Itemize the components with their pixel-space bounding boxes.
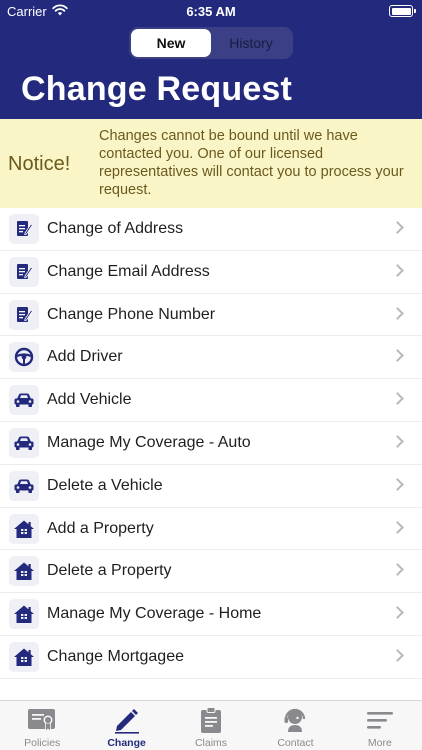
chevron-right-icon xyxy=(391,477,404,491)
list-item-add-vehicle[interactable]: Add Vehicle xyxy=(0,379,422,422)
list-item-add-driver[interactable]: Add Driver xyxy=(0,336,422,380)
list-item-label: Change Mortgagee xyxy=(47,647,184,665)
list-item-label: Manage My Coverage - Auto xyxy=(47,433,251,451)
change-request-list: Change of Address Change Email Address C… xyxy=(0,208,422,679)
edit-document-icon xyxy=(9,299,39,330)
policy-certificate-icon xyxy=(27,705,57,735)
list-item-delete-vehicle[interactable]: Delete a Vehicle xyxy=(0,465,422,508)
headset-icon xyxy=(280,705,310,735)
edit-document-icon xyxy=(9,214,39,244)
new-history-segmented-control: New History xyxy=(129,27,293,59)
clipboard-icon xyxy=(196,705,226,735)
pencil-icon xyxy=(112,705,142,735)
notice-text: Changes cannot be bound until we have co… xyxy=(99,128,404,198)
tab-label: Policies xyxy=(24,737,61,749)
tab-claims[interactable]: Claims xyxy=(169,701,253,750)
chevron-right-icon xyxy=(391,349,404,363)
chevron-right-icon xyxy=(391,392,404,406)
status-bar: Carrier 6:35 AM xyxy=(0,0,422,22)
segment-history[interactable]: History xyxy=(211,29,291,57)
list-item-label: Delete a Vehicle xyxy=(47,476,163,494)
list-item-change-mortgagee[interactable]: Change Mortgagee xyxy=(0,636,422,679)
list-item-label: Change Email Address xyxy=(47,262,210,280)
chevron-right-icon xyxy=(391,563,404,577)
header: Carrier 6:35 AM New History Change Reque… xyxy=(0,0,422,119)
chevron-right-icon xyxy=(391,435,404,448)
tab-label: Change xyxy=(107,737,146,749)
tab-label: More xyxy=(367,737,392,749)
list-item-manage-coverage-home[interactable]: Manage My Coverage - Home xyxy=(0,593,422,636)
chevron-right-icon xyxy=(391,263,404,277)
list-item-add-property[interactable]: Add a Property xyxy=(0,508,422,551)
tab-bar: Policies Change Claims Contact More xyxy=(0,700,422,750)
house-icon xyxy=(9,513,39,544)
tab-label: Claims xyxy=(194,737,228,749)
tab-change[interactable]: Change xyxy=(84,701,168,750)
page-title: Change Request xyxy=(21,70,293,108)
battery-icon xyxy=(389,5,416,17)
house-icon xyxy=(9,641,39,672)
house-icon xyxy=(9,599,39,630)
tab-more[interactable]: More xyxy=(338,701,422,750)
list-item-delete-property[interactable]: Delete a Property xyxy=(0,550,422,594)
list-item-label: Add a Property xyxy=(47,519,154,537)
steering-wheel-icon xyxy=(9,342,39,373)
car-icon xyxy=(9,427,39,458)
tab-contact[interactable]: Contact xyxy=(253,701,337,750)
list-item-change-phone-number[interactable]: Change Phone Number xyxy=(0,294,422,337)
status-time: 6:35 AM xyxy=(186,4,236,19)
list-item-change-of-address[interactable]: Change of Address xyxy=(0,208,422,251)
list-item-label: Change of Address xyxy=(47,220,184,237)
edit-document-icon xyxy=(9,256,39,287)
segment-new[interactable]: New xyxy=(131,29,211,57)
chevron-right-icon xyxy=(391,306,404,320)
notice-label: Notice! xyxy=(8,153,71,175)
menu-lines-icon xyxy=(365,705,395,735)
list-item-label: Manage My Coverage - Home xyxy=(47,605,262,623)
chevron-right-icon xyxy=(391,520,404,534)
list-item-label: Change Phone Number xyxy=(47,305,216,323)
list-item-change-email-address[interactable]: Change Email Address xyxy=(0,251,422,294)
tab-policies[interactable]: Policies xyxy=(0,701,84,750)
house-icon xyxy=(9,556,39,587)
list-item-label: Add Vehicle xyxy=(47,391,132,409)
car-icon xyxy=(9,385,39,416)
list-item-label: Delete a Property xyxy=(47,562,172,580)
chevron-right-icon xyxy=(391,221,404,234)
list-item-manage-coverage-auto[interactable]: Manage My Coverage - Auto xyxy=(0,422,422,465)
notice-banner: Notice! Changes cannot be bound until we… xyxy=(0,119,422,208)
tab-label: Contact xyxy=(277,737,314,749)
chevron-right-icon xyxy=(391,649,404,662)
list-item-label: Add Driver xyxy=(47,348,123,366)
chevron-right-icon xyxy=(391,606,404,620)
car-icon xyxy=(9,470,39,501)
